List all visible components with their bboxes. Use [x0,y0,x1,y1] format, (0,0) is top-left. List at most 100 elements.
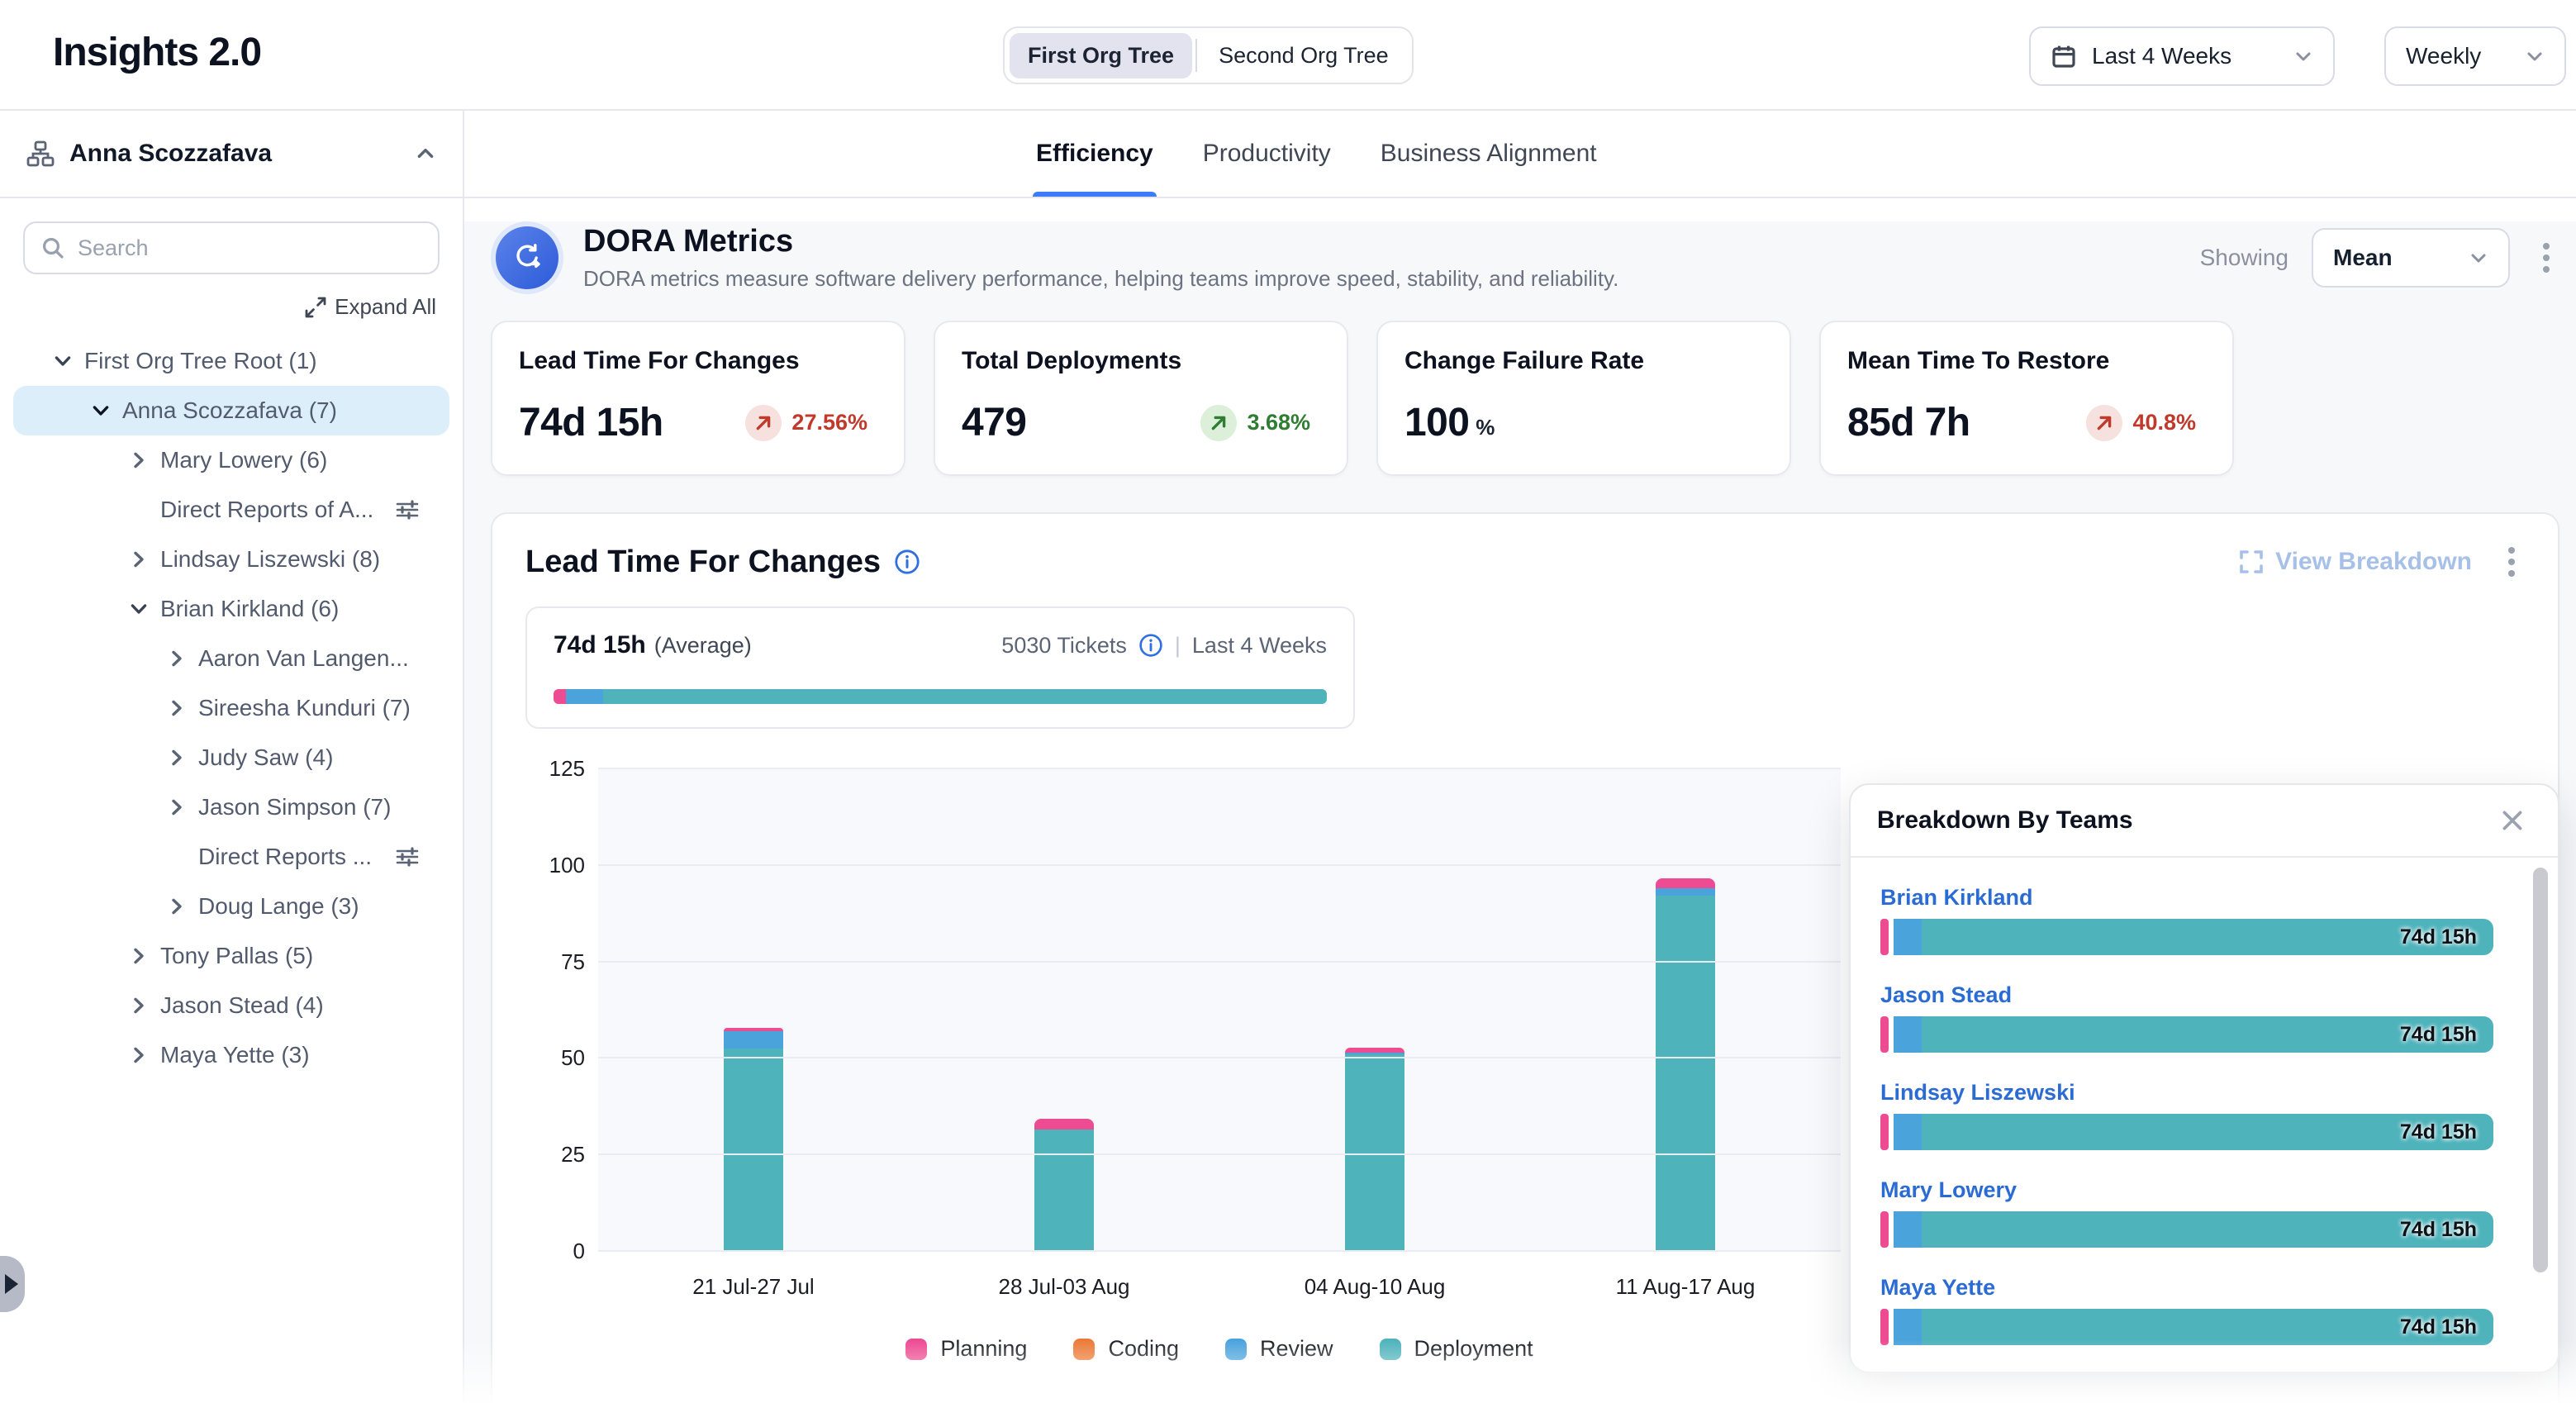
date-range-select[interactable]: Last 4 Weeks [2029,26,2335,86]
team-bar-review [1894,919,1922,955]
team-bar-planning [1880,1211,1889,1248]
dora-kebab-menu[interactable] [2533,236,2559,279]
tree-item-sireesha-kunduri-7[interactable]: Sireesha Kunduri (7) [0,683,463,733]
tab-productivity[interactable]: Productivity [1200,111,1334,197]
average-meta: 5030 Tickets | Last 4 Weeks [1001,633,1327,659]
tree-item-judy-saw-4[interactable]: Judy Saw (4) [0,733,463,782]
chevron-down-icon[interactable] [129,596,149,622]
dora-header: DORA Metrics DORA metrics measure softwa… [491,221,2559,294]
aggregation-select[interactable]: Mean [2312,228,2510,288]
org-tree-toggle-first[interactable]: First Org Tree [1010,33,1192,78]
tree-item-label: Mary Lowery (6) [160,447,327,473]
bar-group [909,768,1219,1251]
sidebar-collapse-button[interactable] [415,143,436,164]
bar-stack [1656,768,1715,1251]
metric-card-value-row: 4793.68% [962,400,1320,445]
chevron-right-icon[interactable] [164,698,190,718]
team-name-link[interactable]: Brian Kirkland [1880,885,2033,911]
tree-item-jason-stead-4[interactable]: Jason Stead (4) [0,981,463,1030]
search-input[interactable] [78,235,421,261]
dora-title: DORA Metrics [583,224,1618,259]
org-tree-toggle-second[interactable]: Second Org Tree [1200,33,1407,78]
dora-description: DORA metrics measure software delivery p… [583,266,1618,292]
tree-item-label: Judy Saw (4) [198,744,333,771]
tree-item-direct-reports[interactable]: Direct Reports ... [0,832,463,882]
chevron-right-icon[interactable] [164,896,190,916]
team-name-link[interactable]: Jason Stead [1880,982,2012,1008]
tree-item-jason-simpson-7[interactable]: Jason Simpson (7) [0,782,463,832]
gridline [598,1153,1841,1155]
tree-item-brian-kirkland-6[interactable]: Brian Kirkland (6) [0,584,463,634]
toggle-divider [1195,39,1197,72]
breakdown-panel-title: Breakdown By Teams [1877,806,2133,835]
sidebar-expand-handle[interactable] [0,1256,25,1312]
chevron-right-icon[interactable] [164,797,190,817]
arrow-right-icon [5,1274,18,1294]
legend-label: Coding [1108,1336,1179,1362]
chevron-down-icon [2293,46,2313,66]
lead-time-kebab-menu[interactable] [2498,540,2525,583]
view-breakdown-label: View Breakdown [2275,548,2472,576]
x-tick-label: 11 Aug-17 Aug [1530,1274,1841,1300]
tab-efficiency[interactable]: Efficiency [1033,111,1157,197]
lead-time-title-text: Lead Time For Changes [525,545,881,580]
team-name-link[interactable]: Mary Lowery [1880,1177,2017,1203]
expand-corners-icon [2239,549,2264,574]
legend-item-deployment: Deployment [1380,1336,1533,1362]
filter-icon[interactable] [395,497,420,522]
tree-item-doug-lange-3[interactable]: Doug Lange (3) [0,882,463,931]
metric-card-value: 74d 15h [519,400,663,445]
team-name-link[interactable]: Maya Yette [1880,1275,1995,1301]
team-lead-time-bar: 74d 15h [1880,1309,2493,1345]
team-name-link[interactable]: Lindsay Liszewski [1880,1080,2075,1106]
tree-item-tony-pallas-5[interactable]: Tony Pallas (5) [0,931,463,981]
tree-item-direct-reports-of-a[interactable]: Direct Reports of A... [0,485,463,535]
bar-segment-deployment [1034,1130,1094,1251]
tree-item-label: Aaron Van Langen... [198,645,409,672]
close-icon[interactable] [2493,801,2531,839]
chevron-down-icon[interactable] [91,397,111,424]
tree-item-label: Direct Reports ... [198,844,372,870]
team-bar-planning [1880,1016,1889,1053]
chevron-right-icon[interactable] [164,748,190,768]
tree-item-first-org-tree-root-1[interactable]: First Org Tree Root (1) [0,336,463,386]
tree-item-lindsay-liszewski-8[interactable]: Lindsay Liszewski (8) [0,535,463,584]
granularity-select[interactable]: Weekly [2384,26,2566,86]
tree-item-label: Direct Reports of A... [160,497,373,523]
tree-item-aaron-van-langen[interactable]: Aaron Van Langen... [0,634,463,683]
showing-label: Showing [2200,245,2288,271]
avg-segment-planning [554,689,566,704]
info-icon[interactable] [1138,633,1163,658]
chevron-right-icon[interactable] [126,450,152,470]
view-breakdown-button[interactable]: View Breakdown [2239,548,2472,576]
info-icon[interactable] [894,549,920,575]
chevron-right-icon[interactable] [126,1045,152,1065]
tree-item-mary-lowery-6[interactable]: Mary Lowery (6) [0,435,463,485]
chevron-right-icon[interactable] [126,549,152,569]
tree-item-anna-scozzafava-7[interactable]: Anna Scozzafava (7) [0,386,463,435]
bar-segment-review [1656,888,1715,896]
team-bar-value: 74d 15h [2400,919,2477,955]
tree-item-label: Maya Yette (3) [160,1042,310,1068]
lead-time-header: Lead Time For Changes View Breakdown [525,540,2525,583]
metric-card-value-row: 100% [1404,400,1763,445]
panel-scrollbar-thumb[interactable] [2533,868,2548,1272]
chevron-right-icon[interactable] [126,946,152,966]
tab-business-alignment[interactable]: Business Alignment [1377,111,1600,197]
metric-card-value-row: 85d 7h40.8% [1847,400,2206,445]
chevron-down-icon[interactable] [53,348,73,374]
breakdown-panel-header: Breakdown By Teams [1851,785,2558,858]
filter-icon[interactable] [395,844,420,869]
top-header: Insights 2.0 First Org TreeSecond Org Tr… [0,0,2576,111]
chevron-right-icon[interactable] [164,649,190,668]
bar-segment-deployment [1656,896,1715,1251]
chevron-right-icon[interactable] [126,996,152,1015]
tree-item-maya-yette-3[interactable]: Maya Yette (3) [0,1030,463,1080]
metric-card-title: Change Failure Rate [1404,347,1763,375]
metric-card-title: Mean Time To Restore [1847,347,2206,375]
lead-time-chart: 0255075100125 21 Jul-27 Jul28 Jul-03 Aug… [598,768,1841,1362]
tree-item-label: Jason Stead (4) [160,992,324,1019]
lead-time-title: Lead Time For Changes [525,545,920,580]
team-bar-review [1894,1211,1922,1248]
expand-all-button[interactable]: Expand All [26,294,436,320]
